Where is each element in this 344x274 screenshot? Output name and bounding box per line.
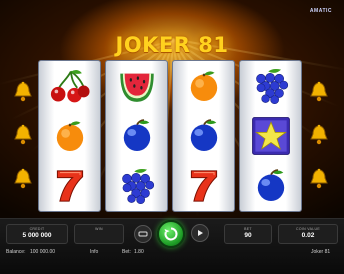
reel-1 — [38, 60, 101, 212]
coin-value-value: 0.02 — [301, 232, 315, 239]
win-label: WIN — [95, 227, 103, 231]
autoplay-button[interactable] — [134, 225, 152, 243]
bell-icon — [310, 168, 328, 189]
reel-4 — [239, 60, 302, 212]
orange-icon — [179, 64, 229, 108]
credit-value: 5 000 000 — [22, 232, 52, 239]
play-icon — [198, 230, 203, 236]
grapes-icon — [246, 64, 296, 108]
bet-display[interactable]: BET 90 — [224, 224, 272, 244]
grapes-icon — [112, 164, 162, 208]
reel-2 — [105, 60, 168, 212]
control-panel: CREDIT 5 000 000 WIN BET 90 COIN VALUE 0… — [0, 218, 344, 274]
game-title: JOKER 81 — [115, 33, 229, 57]
cherries-icon — [45, 64, 95, 108]
credit-display: CREDIT 5 000 000 — [6, 224, 68, 244]
watermelon-icon — [112, 64, 162, 108]
reels — [38, 60, 304, 212]
credit-label: CREDIT — [29, 227, 45, 231]
bet-footer-label: Bet: — [122, 249, 131, 255]
balance-value: 100 000.00 — [30, 249, 56, 255]
autoplay-icon — [138, 231, 148, 237]
orange-icon — [45, 114, 95, 158]
bell-icon — [14, 81, 32, 102]
bet-footer-value: 1.80 — [134, 249, 144, 255]
game-name: Joker 81 — [311, 249, 331, 255]
plum-icon — [179, 114, 229, 158]
coin-value-display[interactable]: COIN VALUE 0.02 — [278, 224, 338, 244]
balance-label: Balance: — [6, 249, 26, 255]
game-stage: AMATIC JOKER 81 — [0, 0, 344, 218]
star-icon — [246, 114, 296, 158]
bell-icon — [14, 124, 32, 145]
coin-value-label: COIN VALUE — [296, 227, 320, 231]
plum-icon — [246, 164, 296, 208]
seven-icon — [45, 164, 95, 208]
info-link[interactable]: Info — [90, 249, 98, 255]
seven-icon — [179, 164, 229, 208]
win-display: WIN — [74, 224, 124, 244]
brand-logo: AMATIC — [309, 8, 332, 14]
bet-value: 90 — [244, 232, 252, 239]
spin-button[interactable] — [157, 220, 185, 248]
bell-icon — [14, 168, 32, 189]
plum-icon — [112, 114, 162, 158]
bet-label: BET — [244, 227, 252, 231]
play-button[interactable] — [191, 224, 209, 242]
reel-3 — [172, 60, 235, 212]
spin-icon — [164, 227, 178, 241]
bell-icon — [310, 81, 328, 102]
bell-icon — [310, 124, 328, 145]
